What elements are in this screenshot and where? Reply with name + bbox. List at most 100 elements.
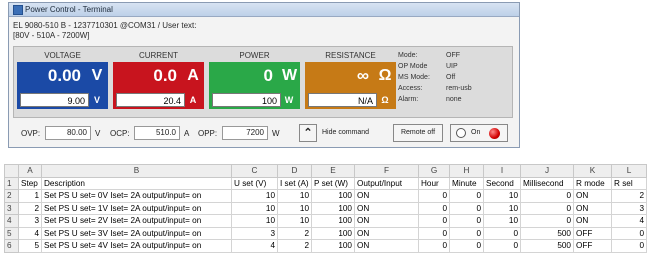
table-cell[interactable]: 2 [277,226,312,240]
table-cell[interactable]: 3 [611,201,647,215]
table-cell[interactable]: 2 [277,239,312,253]
voltage-set-input[interactable]: 9.00 [20,92,89,107]
header-cell[interactable]: U set (V) [231,176,278,190]
table-cell[interactable]: 0 [418,201,450,215]
table-cell[interactable]: 500 [520,226,574,240]
table-cell[interactable]: 100 [311,226,355,240]
table-cell[interactable]: 0 [449,201,484,215]
column-letter[interactable]: I [483,164,521,178]
table-cell[interactable]: 10 [483,214,521,228]
current-set-input[interactable]: 20.4 [116,92,185,107]
header-cell[interactable]: R mode [573,176,612,190]
table-cell[interactable]: 0 [520,189,574,203]
on-radio-button[interactable] [456,128,466,138]
table-cell[interactable]: 0 [418,189,450,203]
table-cell[interactable]: 3 [18,214,42,228]
table-cell[interactable]: ON [354,239,419,253]
output-on-control[interactable]: On [450,124,508,142]
column-letter[interactable]: J [520,164,574,178]
table-cell[interactable]: 2 [611,189,647,203]
resistance-set-input[interactable]: N/A [308,92,377,107]
table-cell[interactable]: 10 [231,214,278,228]
table-cell[interactable]: 100 [311,239,355,253]
table-cell[interactable]: ON [573,201,612,215]
table-cell[interactable]: Set PS U set= 0V Iset= 2A output/input= … [41,189,232,203]
column-letter[interactable]: C [231,164,278,178]
header-cell[interactable]: Output/Input [354,176,419,190]
table-cell[interactable]: ON [354,201,419,215]
table-cell[interactable]: OFF [573,226,612,240]
table-cell[interactable]: 10 [277,214,312,228]
opp-input[interactable]: 7200 [222,126,268,140]
table-cell[interactable]: ON [354,226,419,240]
table-cell[interactable]: Set PS U set= 3V Iset= 2A output/input= … [41,226,232,240]
table-cell[interactable]: ON [354,189,419,203]
header-cell[interactable]: Description [41,176,232,190]
ovp-input[interactable]: 80.00 [45,126,91,140]
table-cell[interactable]: 4 [18,226,42,240]
table-cell[interactable]: ON [573,214,612,228]
table-cell[interactable]: Set PS U set= 2V Iset= 2A output/input= … [41,214,232,228]
row-number[interactable]: 5 [4,226,19,240]
row-number[interactable]: 3 [4,201,19,215]
table-cell[interactable]: 10 [231,189,278,203]
table-cell[interactable]: 0 [449,189,484,203]
table-cell[interactable]: 0 [611,239,647,253]
hide-command-button[interactable]: ⌃ [299,124,317,142]
table-cell[interactable]: 1 [18,189,42,203]
table-cell[interactable]: 0 [483,239,521,253]
table-cell[interactable]: 2 [18,201,42,215]
table-cell[interactable]: 100 [311,201,355,215]
table-cell[interactable]: 10 [277,189,312,203]
header-cell[interactable]: I set (A) [277,176,312,190]
header-cell[interactable]: Second [483,176,521,190]
table-cell[interactable]: OFF [573,239,612,253]
table-cell[interactable]: 0 [449,226,484,240]
column-letter[interactable]: D [277,164,312,178]
table-cell[interactable]: 0 [520,214,574,228]
header-cell[interactable]: Hour [418,176,450,190]
column-letter[interactable]: L [611,164,647,178]
header-cell[interactable]: Millisecond [520,176,574,190]
table-cell[interactable]: 500 [520,239,574,253]
table-cell[interactable]: 3 [231,226,278,240]
column-letter[interactable]: K [573,164,612,178]
table-cell[interactable]: 10 [231,201,278,215]
table-cell[interactable]: ON [354,214,419,228]
table-cell[interactable]: 0 [418,226,450,240]
table-cell[interactable]: Set PS U set= 1V Iset= 2A output/input= … [41,201,232,215]
table-cell[interactable]: 0 [520,201,574,215]
table-cell[interactable]: ON [573,189,612,203]
column-letter[interactable]: E [311,164,355,178]
table-cell[interactable]: 100 [311,214,355,228]
row-number[interactable]: 6 [4,239,19,253]
ocp-input[interactable]: 510.0 [134,126,180,140]
table-cell[interactable]: Set PS U set= 4V Iset= 2A output/input= … [41,239,232,253]
header-cell[interactable]: Minute [449,176,484,190]
table-cell[interactable]: 10 [277,201,312,215]
header-cell[interactable]: R sel [611,176,647,190]
table-cell[interactable]: 0 [449,214,484,228]
table-cell[interactable]: 4 [611,214,647,228]
row-number[interactable]: 1 [4,176,19,190]
table-cell[interactable]: 0 [418,214,450,228]
table-cell[interactable]: 0 [611,226,647,240]
row-number[interactable]: 4 [4,214,19,228]
column-letter[interactable]: H [449,164,484,178]
column-letter[interactable]: G [418,164,450,178]
table-cell[interactable]: 5 [18,239,42,253]
row-number[interactable]: 2 [4,189,19,203]
table-cell[interactable]: 0 [449,239,484,253]
column-letter[interactable]: B [41,164,232,178]
remote-off-button[interactable]: Remote off [393,124,443,142]
table-cell[interactable]: 10 [483,201,521,215]
power-set-input[interactable]: 100 [212,92,281,107]
table-cell[interactable]: 10 [483,189,521,203]
header-cell[interactable]: P set (W) [311,176,355,190]
table-cell[interactable]: 4 [231,239,278,253]
table-cell[interactable]: 100 [311,189,355,203]
corner-cell[interactable] [4,164,19,178]
table-cell[interactable]: 0 [483,226,521,240]
column-letter[interactable]: A [18,164,42,178]
column-letter[interactable]: F [354,164,419,178]
